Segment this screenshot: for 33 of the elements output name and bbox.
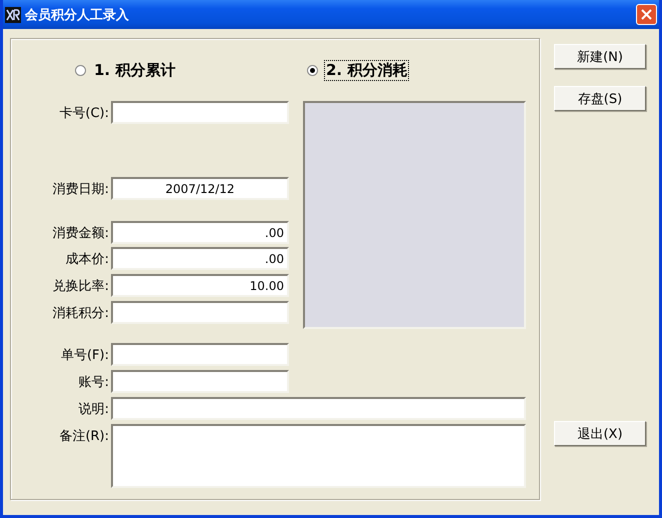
input-field[interactable]: .00: [111, 247, 289, 270]
field-label: 单号(F):: [60, 346, 110, 364]
radio-button[interactable]: [75, 64, 86, 76]
input-field[interactable]: [111, 343, 289, 366]
input-field[interactable]: [111, 301, 289, 324]
dialog-button[interactable]: 存盘(S): [554, 86, 646, 111]
input-field[interactable]: 2007/12/12: [111, 177, 289, 200]
field-label: 兑换比率:: [52, 278, 110, 294]
input-field[interactable]: .00: [111, 221, 289, 244]
radio-button[interactable]: [307, 64, 318, 76]
close-icon: [641, 9, 652, 20]
window-title: 会员积分人工录入: [25, 6, 130, 24]
input-field[interactable]: [111, 370, 289, 393]
dialog-button[interactable]: 新建(N): [554, 44, 646, 69]
radio-label: 1. 积分累计: [93, 60, 176, 80]
field-label: 备注(R):: [58, 428, 110, 445]
radio-label: 2. 积分消耗: [324, 60, 410, 80]
field-label: 消费日期:: [52, 180, 110, 198]
input-field[interactable]: [111, 424, 526, 488]
input-field[interactable]: [111, 101, 289, 124]
close-button[interactable]: [636, 4, 657, 25]
field-label: 账号:: [78, 374, 110, 390]
input-field[interactable]: 10.00: [111, 274, 289, 297]
dialog-button[interactable]: 退出(X): [554, 421, 646, 446]
radio-option[interactable]: 1. 积分累计: [75, 60, 307, 80]
field-label: 卡号(C):: [58, 104, 110, 122]
input-field[interactable]: [111, 397, 526, 420]
field-label: 消费金额:: [52, 224, 110, 242]
field-label: 说明:: [78, 400, 110, 418]
app-icon: [5, 6, 21, 22]
field-label: 消耗积分:: [52, 304, 110, 322]
radio-option[interactable]: 2. 积分消耗: [307, 60, 539, 80]
field-label: 成本价:: [64, 250, 110, 268]
